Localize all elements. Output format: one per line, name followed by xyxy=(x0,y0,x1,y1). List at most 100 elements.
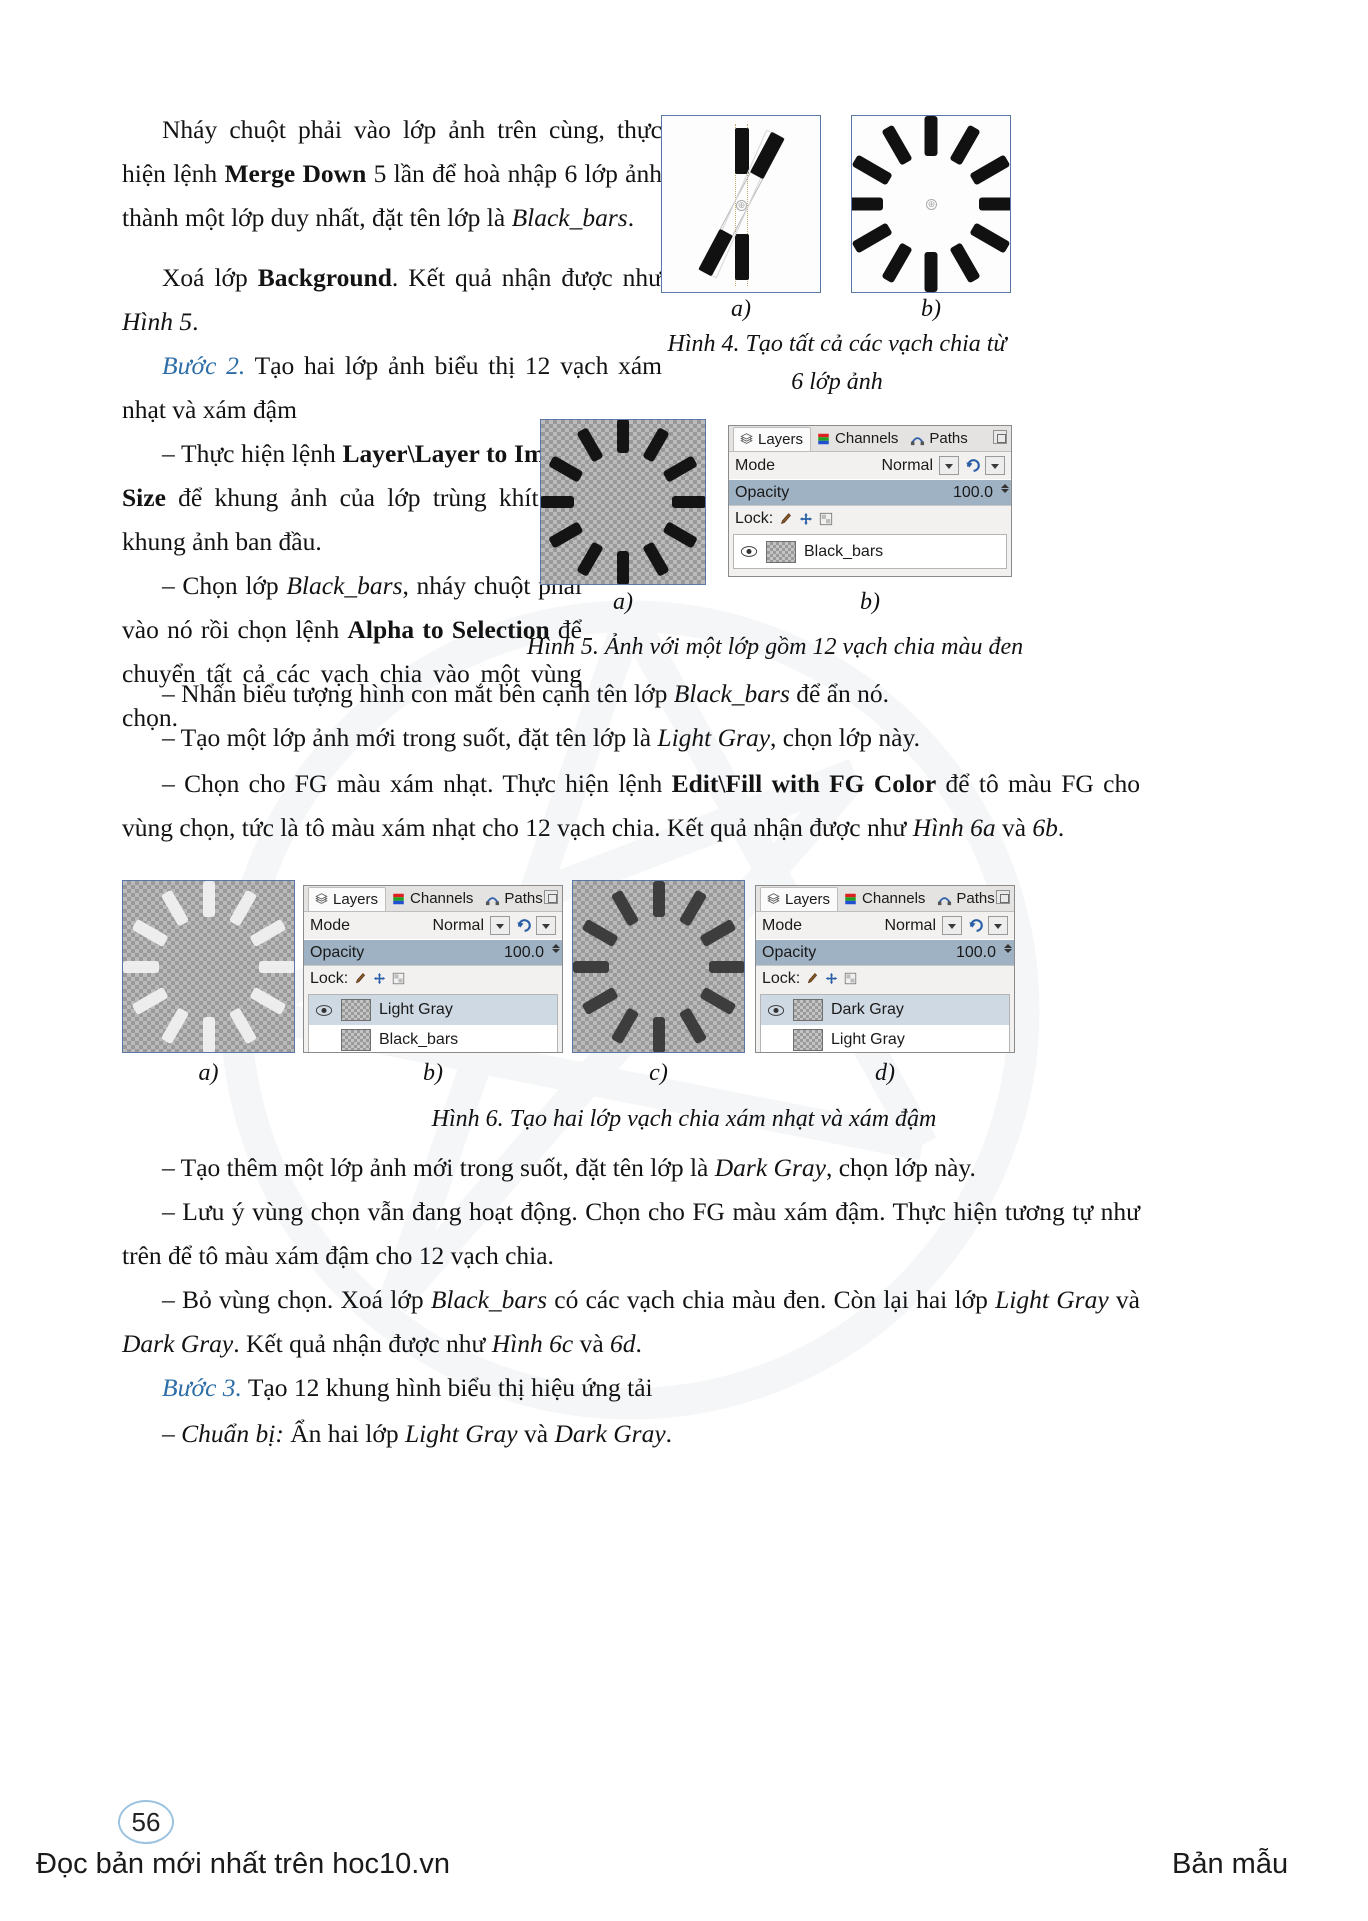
p11-text-6: . xyxy=(635,1329,642,1358)
gimp-tab-bar[interactable]: Layers Channels Paths xyxy=(304,886,562,912)
opacity-stepper[interactable] xyxy=(1000,483,1009,503)
layer-row-light-gray[interactable]: Light Gray xyxy=(309,995,557,1025)
tab-layers-label: Layers xyxy=(333,890,379,908)
gimp-tab-bar[interactable]: Layers Channels Paths xyxy=(729,426,1011,452)
figure-6a-image xyxy=(122,880,295,1053)
mode-label: Mode xyxy=(310,916,351,934)
mode-row[interactable]: Mode Normal xyxy=(729,452,1011,479)
mode-row[interactable]: Mode Normal xyxy=(304,912,562,939)
figure-5-caption: Hình 5. Ảnh với một lớp gồm 12 vạch chia… xyxy=(526,634,1024,660)
figure-4a-label: a) xyxy=(731,296,751,322)
lock-alpha-icon[interactable] xyxy=(819,512,833,526)
layer-row-light-gray[interactable]: Light Gray xyxy=(761,1025,1009,1052)
opacity-value: 100.0 xyxy=(503,943,544,961)
opacity-row[interactable]: Opacity 100.0 xyxy=(756,939,1014,966)
mode-dropdown-icon[interactable] xyxy=(942,916,962,935)
layer-name: Light Gray xyxy=(831,1031,905,1048)
gimp-tab-bar[interactable]: Layers Channels Paths xyxy=(756,886,1014,912)
layer-list-fig5b[interactable]: Black_bars xyxy=(733,534,1007,569)
paths-icon xyxy=(911,436,925,445)
layer-row-dark-gray[interactable]: Dark Gray xyxy=(761,995,1009,1025)
paragraph-11: – Bỏ vùng chọn. Xoá lớp Black_bars có cá… xyxy=(122,1278,1140,1366)
opacity-stepper[interactable] xyxy=(1003,943,1012,963)
tab-channels[interactable]: Channels xyxy=(386,887,480,911)
mode-secondary-dropdown-icon[interactable] xyxy=(536,916,556,935)
p1-bold-merge-down: Merge Down xyxy=(224,159,367,188)
lock-pixels-icon[interactable] xyxy=(806,972,819,985)
step-2-label: Bước 2. xyxy=(162,351,246,380)
mode-value: Normal xyxy=(881,456,933,474)
layer-row-black-bars[interactable]: Black_bars xyxy=(309,1025,557,1052)
lock-pixels-icon[interactable] xyxy=(779,512,793,526)
gimp-layers-dialog-fig5b[interactable]: Layers Channels Paths Mode Normal Opacit… xyxy=(728,425,1012,577)
lock-row[interactable]: Lock: xyxy=(756,966,1014,991)
reset-mode-icon[interactable] xyxy=(964,457,981,474)
mode-value: Normal xyxy=(884,916,936,934)
lock-alpha-icon[interactable] xyxy=(844,972,857,985)
lock-position-icon[interactable] xyxy=(799,512,813,526)
lock-row[interactable]: Lock: xyxy=(304,966,562,991)
lock-position-icon[interactable] xyxy=(373,972,386,985)
tab-layers[interactable]: Layers xyxy=(308,886,387,911)
layers-icon xyxy=(315,893,328,904)
lock-row[interactable]: Lock: xyxy=(729,506,1011,531)
layer-name: Dark Gray xyxy=(831,1001,904,1018)
opacity-row[interactable]: Opacity 100.0 xyxy=(729,479,1011,506)
tab-paths[interactable]: Paths xyxy=(480,887,549,911)
lock-label: Lock: xyxy=(762,969,801,987)
opacity-row[interactable]: Opacity 100.0 xyxy=(304,939,562,966)
paragraph-10: – Lưu ý vùng chọn vẫn đang hoạt động. Ch… xyxy=(122,1190,1140,1278)
tab-layers-label: Layers xyxy=(785,890,831,908)
tab-paths-label: Paths xyxy=(956,890,995,907)
gimp-layers-dialog-fig6d[interactable]: Layers Channels Paths Mode Normal Opacit… xyxy=(755,885,1015,1053)
opacity-value: 100.0 xyxy=(952,483,993,501)
layer-list-fig6b[interactable]: Light Gray Black_bars xyxy=(308,994,558,1052)
p11-text-2: có các vạch chia màu đen. Còn lại hai lớ… xyxy=(547,1285,996,1314)
tab-layers[interactable]: Layers xyxy=(733,426,812,451)
channels-icon xyxy=(845,893,856,904)
eye-visibility-icon[interactable] xyxy=(740,545,758,558)
tab-channels[interactable]: Channels xyxy=(838,887,932,911)
paragraph-2: Xoá lớp Background. Kết quả nhận được nh… xyxy=(122,256,662,344)
p8-italic-hinh6a: Hình 6a xyxy=(912,813,996,842)
figure-6c-label: c) xyxy=(649,1060,668,1086)
p13-italic-chuan-bi: – Chuẩn bị: xyxy=(162,1419,284,1448)
mode-label: Mode xyxy=(735,456,776,474)
layer-row-black-bars[interactable]: Black_bars xyxy=(734,535,1006,568)
tab-layers-label: Layers xyxy=(758,430,804,448)
dialog-menu-button[interactable] xyxy=(993,430,1007,444)
mode-value: Normal xyxy=(432,916,484,934)
mode-dropdown-icon[interactable] xyxy=(490,916,510,935)
layer-list-fig6d[interactable]: Dark Gray Light Gray xyxy=(760,994,1010,1052)
dialog-menu-button[interactable] xyxy=(544,890,558,904)
mode-secondary-dropdown-icon[interactable] xyxy=(985,456,1005,475)
mode-dropdown-icon[interactable] xyxy=(939,456,959,475)
lock-label: Lock: xyxy=(735,509,774,527)
p4-text-2: để khung ảnh của lớp trùng khít lên khun… xyxy=(122,483,582,556)
paragraph-step3: Bước 3. Tạo 12 khung hình biểu thị hiệu … xyxy=(122,1366,1140,1410)
tab-paths[interactable]: Paths xyxy=(932,887,1001,911)
reset-mode-icon[interactable] xyxy=(515,917,532,934)
paths-icon xyxy=(938,896,952,905)
tab-paths[interactable]: Paths xyxy=(905,427,974,451)
eye-visibility-icon[interactable] xyxy=(767,1004,785,1017)
eye-visibility-icon[interactable] xyxy=(315,1004,333,1017)
dialog-menu-button[interactable] xyxy=(996,890,1010,904)
layer-name: Black_bars xyxy=(804,542,884,560)
layer-name: Light Gray xyxy=(379,1001,453,1018)
lock-alpha-icon[interactable] xyxy=(392,972,405,985)
tab-channels[interactable]: Channels xyxy=(811,427,905,451)
tab-layers[interactable]: Layers xyxy=(760,886,839,911)
channels-icon xyxy=(393,893,404,904)
tab-paths-label: Paths xyxy=(929,430,968,447)
gimp-layers-dialog-fig6b[interactable]: Layers Channels Paths Mode Normal Opacit… xyxy=(303,885,563,1053)
lock-position-icon[interactable] xyxy=(825,972,838,985)
opacity-stepper[interactable] xyxy=(551,943,560,963)
eye-visibility-icon-hidden[interactable] xyxy=(767,1034,785,1047)
mode-secondary-dropdown-icon[interactable] xyxy=(988,916,1008,935)
eye-visibility-icon-hidden[interactable] xyxy=(315,1034,333,1047)
p2-text-3: . xyxy=(192,307,199,336)
mode-row[interactable]: Mode Normal xyxy=(756,912,1014,939)
reset-mode-icon[interactable] xyxy=(967,917,984,934)
lock-pixels-icon[interactable] xyxy=(354,972,367,985)
